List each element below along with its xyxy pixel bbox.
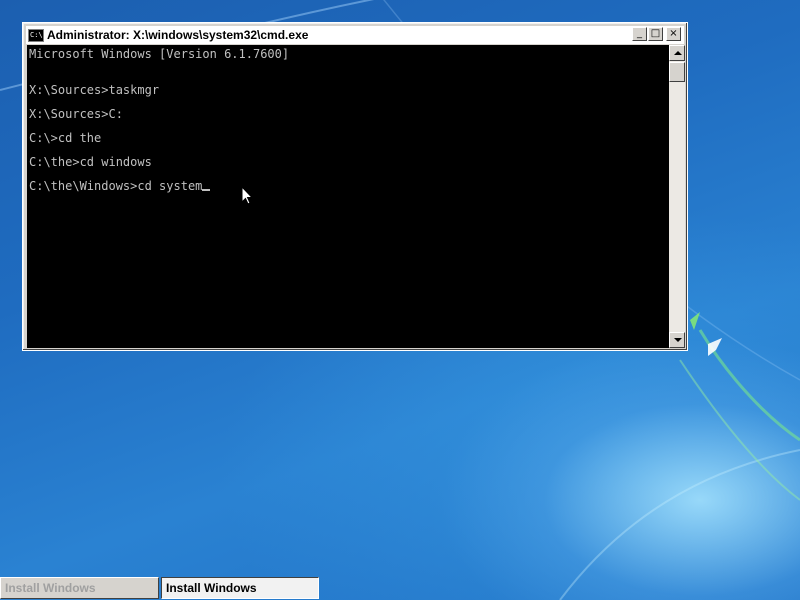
maximize-button[interactable]: □ xyxy=(648,27,663,41)
scroll-down-button[interactable] xyxy=(669,332,685,348)
caption-buttons: _ □ × xyxy=(632,27,681,41)
vertical-scrollbar[interactable] xyxy=(669,45,685,348)
scroll-up-arrow-icon xyxy=(674,51,682,55)
scroll-up-button[interactable] xyxy=(669,45,685,61)
scroll-down-arrow-icon xyxy=(674,338,682,342)
cmd-window-icon[interactable]: C:\ xyxy=(28,28,44,42)
window-title: Administrator: X:\windows\system32\cmd.e… xyxy=(47,28,309,42)
console-line: X:\Sources>taskmgr xyxy=(29,83,160,97)
cmd-window[interactable]: C:\ Administrator: X:\windows\system32\c… xyxy=(22,22,688,351)
console-line: C:\the>cd windows xyxy=(29,155,152,169)
taskbar-button-install-windows-active[interactable]: Install Windows xyxy=(161,577,319,599)
console-line: C:\>cd the xyxy=(29,131,102,145)
minimize-button[interactable]: _ xyxy=(632,27,647,41)
console-current-command[interactable]: C:\the\Windows>cd system xyxy=(29,179,202,193)
title-bar[interactable]: C:\ Administrator: X:\windows\system32\c… xyxy=(26,26,684,44)
console-input-line[interactable]: C:\the\Windows>cd system xyxy=(29,179,211,193)
text-caret xyxy=(202,189,211,191)
close-button[interactable]: × xyxy=(666,27,681,41)
console-line: X:\Sources>C: xyxy=(29,107,123,121)
mouse-pointer-icon xyxy=(241,186,254,205)
scroll-thumb[interactable] xyxy=(669,62,685,82)
console-line: Microsoft Windows [Version 6.1.7600] xyxy=(29,47,290,61)
taskbar: Install Windows Install Windows xyxy=(0,576,800,600)
console-output[interactable]: Microsoft Windows [Version 6.1.7600] X:\… xyxy=(27,45,669,348)
taskbar-button-install-windows[interactable]: Install Windows xyxy=(0,577,159,599)
